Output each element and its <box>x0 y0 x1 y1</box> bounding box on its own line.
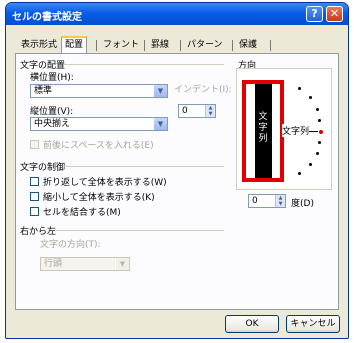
distributed-checkbox[interactable] <box>30 140 39 149</box>
merge-cells-checkbox[interactable] <box>30 207 39 216</box>
distributed-label: 前後にスペースを入れる(E) <box>43 141 154 151</box>
tab-border[interactable]: 罫線 <box>148 38 172 53</box>
horizontal-value: 標準 <box>34 86 53 96</box>
dialog-title: セルの書式設定 <box>12 12 82 23</box>
chevron-down-icon[interactable]: ▼ <box>153 85 167 97</box>
vertical-value: 中央揃え <box>34 119 71 129</box>
dial-dot <box>316 108 319 111</box>
cancel-button[interactable]: キャンセル <box>286 315 340 333</box>
chevron-down-icon[interactable]: ▼ <box>153 118 167 130</box>
indent-label: インデント(I): <box>174 85 232 95</box>
vertical-label: 縦位置(V): <box>30 107 74 117</box>
text-direction-select[interactable]: 行頭 ▼ <box>40 257 130 271</box>
tab-separator <box>270 40 271 51</box>
dial-dot <box>298 172 301 175</box>
text-direction-value: 行頭 <box>44 259 63 269</box>
dial-dot <box>309 163 312 166</box>
text-control-heading: 文字の制御 <box>20 163 66 173</box>
tab-separator <box>96 40 97 51</box>
tab-separator <box>180 40 181 51</box>
spin-arrows-icon[interactable]: ▲ ▼ <box>205 105 215 117</box>
merge-cells-label: セルを結合する(M) <box>43 208 121 218</box>
group-divider <box>56 230 224 231</box>
horizontal-select[interactable]: 標準 ▼ <box>30 84 168 98</box>
alignment-panel: 文字の配置 横位置(H): 標準 ▼ インデント(I): 縦位置(V): 中央揃… <box>15 53 339 310</box>
vertical-select[interactable]: 中央揃え ▼ <box>30 117 168 131</box>
tab-separator <box>232 40 233 51</box>
tab-number[interactable]: 表示形式 <box>18 38 60 53</box>
horizontal-label: 横位置(H): <box>30 73 74 83</box>
rtl-heading: 右から左 <box>20 227 57 237</box>
group-divider <box>64 166 224 167</box>
format-cells-dialog: セルの書式設定 ? ✕ 表示形式 配置 フォント 罫線 パターン 保護 文字の配… <box>5 2 349 339</box>
wrap-text-label: 折り返して全体を表示する(W) <box>43 178 167 188</box>
dial-dot <box>316 152 319 155</box>
group-divider <box>64 64 224 65</box>
tab-separator <box>144 40 145 51</box>
dial-dot <box>318 119 321 122</box>
close-button[interactable]: ✕ <box>326 6 343 22</box>
dial-dot <box>318 141 321 144</box>
degrees-label: 度(D) <box>291 199 314 209</box>
help-button[interactable]: ? <box>306 6 323 22</box>
tab-font[interactable]: フォント <box>100 38 142 53</box>
spin-arrows-icon[interactable]: ▲ ▼ <box>275 195 285 207</box>
dial-dot <box>298 87 301 90</box>
degrees-value: 0 <box>252 196 258 206</box>
tab-strip: 表示形式 配置 フォント 罫線 パターン 保護 <box>16 36 336 56</box>
shrink-to-fit-checkbox[interactable] <box>30 192 39 201</box>
horizontal-text-label: 文字列 <box>282 124 310 137</box>
tab-patterns[interactable]: パターン <box>184 38 226 53</box>
chevron-down-icon[interactable]: ▼ <box>115 258 129 270</box>
wrap-text-checkbox[interactable] <box>30 177 39 186</box>
indent-spinner[interactable]: 0 ▲ ▼ <box>178 104 216 118</box>
degrees-spinner[interactable]: 0 ▲ ▼ <box>248 194 286 208</box>
title-bar[interactable]: セルの書式設定 ? ✕ <box>6 3 348 25</box>
text-direction-label: 文字の方向(T): <box>40 240 101 250</box>
dial-dot <box>309 96 312 99</box>
tab-protection[interactable]: 保護 <box>236 38 260 53</box>
ok-button[interactable]: OK <box>225 315 279 333</box>
dial-dot-selected <box>319 130 323 134</box>
shrink-to-fit-label: 縮小して全体を表示する(K) <box>43 193 155 203</box>
indent-value: 0 <box>182 106 188 116</box>
